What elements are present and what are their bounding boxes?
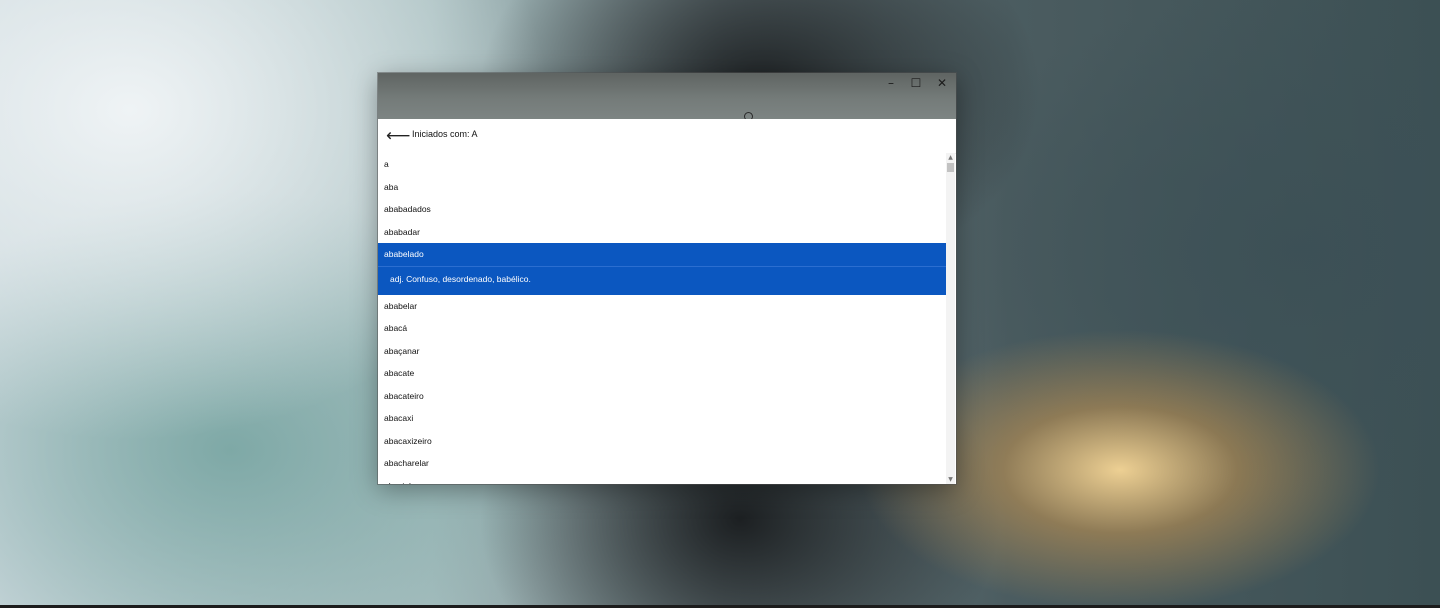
list-item[interactable]: abacá: [378, 317, 946, 340]
list-item[interactable]: ababelar: [378, 295, 946, 318]
page-title: Iniciados com: A: [412, 129, 478, 139]
word-definition: adj. Confuso, desordenado, babélico.: [378, 265, 946, 295]
scroll-down-icon[interactable]: ▼: [946, 475, 955, 484]
page-header: ⟵ Iniciados com: A: [378, 119, 956, 154]
back-arrow-icon[interactable]: ⟵: [386, 126, 410, 146]
list-item[interactable]: ababadar: [378, 221, 946, 244]
title-bar[interactable]: – ☐ ✕: [378, 73, 956, 121]
maximize-button[interactable]: ☐: [903, 73, 929, 93]
selected-list-item[interactable]: ababelado: [378, 243, 946, 266]
scroll-up-icon[interactable]: ▲: [946, 153, 955, 162]
list-item[interactable]: abaçanar: [378, 340, 946, 363]
scrollbar-thumb[interactable]: [947, 163, 954, 172]
dictionary-window: – ☐ ✕ ⟵ Iniciados com: A a aba ababadado…: [378, 73, 956, 484]
list-item[interactable]: abacateiro: [378, 385, 946, 408]
list-item[interactable]: abacate: [378, 362, 946, 385]
list-item[interactable]: abacaxizeiro: [378, 430, 946, 453]
close-button[interactable]: ✕: [929, 73, 955, 93]
list-item[interactable]: abacharelar: [378, 452, 946, 475]
vertical-scrollbar[interactable]: ▲ ▼: [946, 153, 955, 484]
list-item[interactable]: abacial: [378, 475, 946, 485]
word-list[interactable]: a aba ababadados ababadar ababelado adj.…: [378, 153, 946, 484]
list-item[interactable]: ababadados: [378, 198, 946, 221]
list-item[interactable]: a: [378, 153, 946, 176]
list-item[interactable]: aba: [378, 176, 946, 199]
list-item[interactable]: abacaxi: [378, 407, 946, 430]
minimize-button[interactable]: –: [878, 73, 904, 93]
